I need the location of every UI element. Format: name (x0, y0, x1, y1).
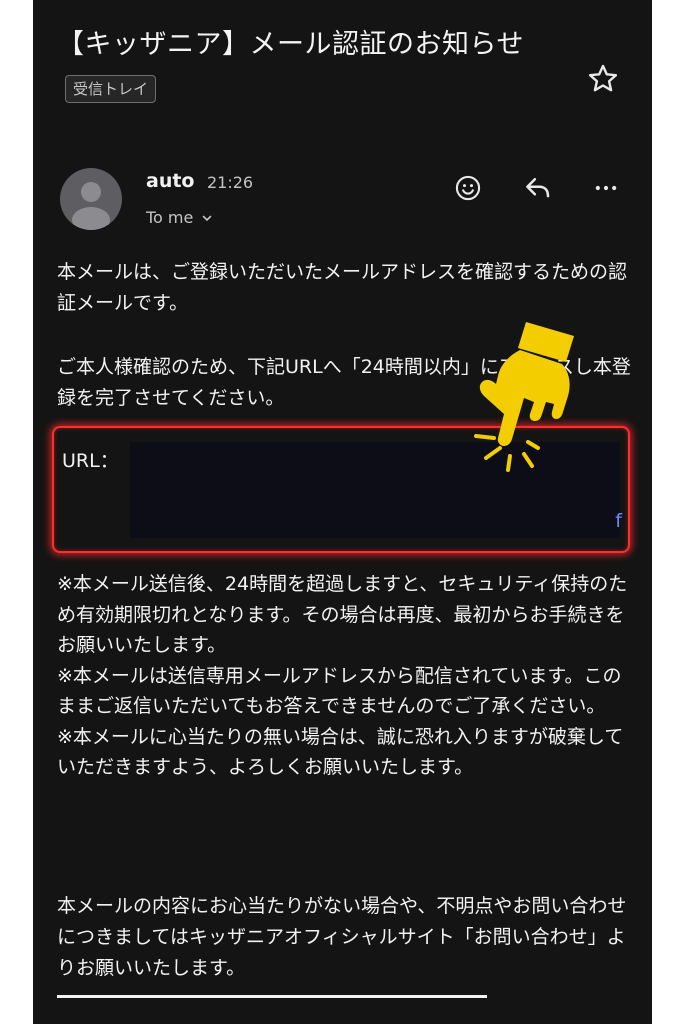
reply-button[interactable] (518, 168, 558, 208)
person-avatar-icon (72, 182, 110, 230)
email-screen: 【キッザニア】メール認証のお知らせ受信トレイ auto 21:26 To me (33, 0, 652, 1024)
more-options-button[interactable] (586, 168, 626, 208)
contact-text: 本メールの内容にお心当たりがない場合や、不明点やお問い合わせにつきましてはキッザ… (57, 895, 627, 979)
sender-name: auto (146, 170, 195, 192)
divider (57, 995, 487, 998)
recipient-label: To me (146, 208, 194, 227)
sender-avatar[interactable] (60, 168, 122, 230)
url-label: URL： (62, 450, 119, 472)
smiley-icon (455, 175, 481, 201)
star-icon[interactable] (586, 62, 620, 96)
notes-text: ※本メール送信後、24時間を超過しますと、セキュリティ保持のため有効期限切れとな… (57, 573, 628, 778)
reply-icon (526, 178, 550, 198)
verification-link[interactable]: f (615, 510, 622, 532)
email-subject: 【キッザニア】メール認証のお知らせ受信トレイ (57, 22, 557, 114)
emoji-reaction-button[interactable] (448, 168, 488, 208)
recipient-toggle[interactable]: To me (146, 208, 213, 227)
email-time: 21:26 (207, 173, 254, 192)
more-horizontal-icon (595, 185, 617, 191)
subject-text: 【キッザニア】メール認証のお知らせ (57, 29, 524, 60)
pointing-hand-icon (474, 322, 574, 472)
chevron-down-icon (203, 215, 212, 221)
folder-label-chip[interactable]: 受信トレイ (65, 74, 157, 103)
